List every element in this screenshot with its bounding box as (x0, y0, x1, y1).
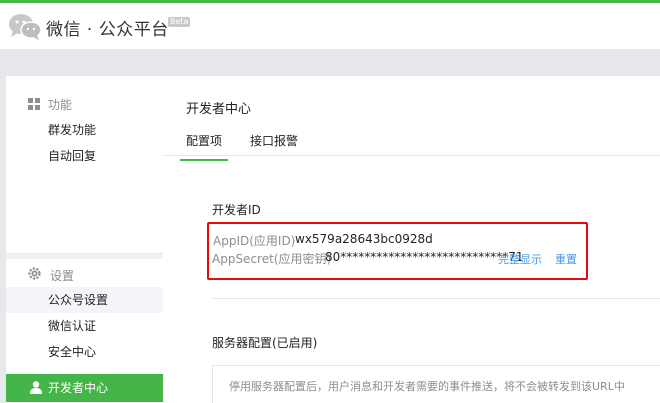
sidebar-item-mass-send[interactable]: 群发功能 (6, 117, 163, 143)
sidebar-item-account-settings[interactable]: 公众号设置 (6, 287, 163, 313)
page-title: 开发者中心 (186, 102, 252, 117)
sidebar-divider (6, 254, 163, 259)
brand-title[interactable]: 微信 · 公众平台 (46, 15, 169, 40)
sidebar-item-wechat-verification[interactable]: 微信认证 (6, 313, 163, 339)
user-icon (30, 381, 42, 394)
sidebar: 功能 群发功能 自动回复 设置 公众号设置 微信认证 安全中心 开发者中心 (6, 76, 163, 403)
grid-icon (28, 98, 40, 110)
sidebar-section-title-settings: 设置 (50, 269, 75, 283)
header: 微信 · 公众平台 Beta (0, 3, 660, 49)
sidebar-section-title-functions: 功能 (48, 98, 73, 112)
tab-config[interactable]: 配置项 (179, 132, 229, 161)
beta-badge: Beta (168, 17, 191, 27)
gear-icon (28, 267, 41, 280)
wechat-logo-icon[interactable] (8, 13, 42, 41)
sidebar-item-security-center[interactable]: 安全中心 (6, 339, 163, 365)
developer-id-heading: 开发者ID (212, 203, 261, 217)
developer-id-highlight-box (207, 222, 588, 280)
sidebar-item-developer-center[interactable]: 开发者中心 (6, 374, 163, 402)
sidebar-item-developer-label: 开发者中心 (48, 381, 109, 395)
section-divider (212, 298, 660, 299)
sidebar-functions-section: 功能 群发功能 自动回复 (6, 76, 163, 254)
tab-alerts[interactable]: 接口报警 (250, 132, 298, 149)
tab-bar: 配置项 接口报警 (163, 122, 660, 161)
server-config-heading: 服务器配置(已启用) (212, 336, 318, 350)
sidebar-item-auto-reply[interactable]: 自动回复 (6, 143, 163, 169)
server-config-notice: 停用服务器配置后，用户消息和开发者需要的事件推送，将不会被转发到该URL中 (212, 365, 660, 403)
